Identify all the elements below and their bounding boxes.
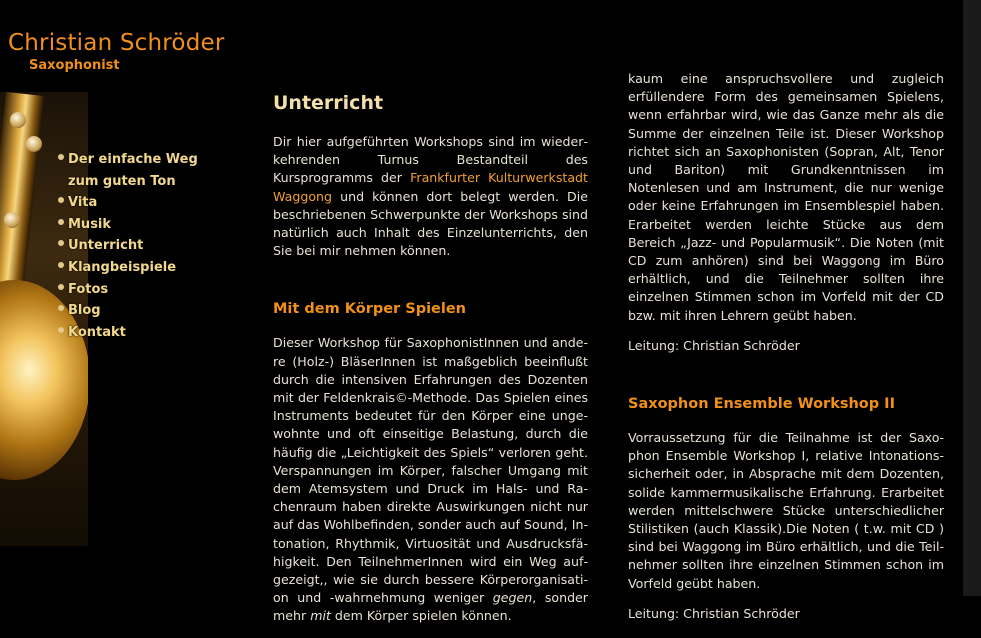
nav-item-unterricht: Unterricht: [57, 234, 228, 256]
emphasis-gegen: gegen: [492, 590, 533, 606]
intro-paragraph: Dir hier aufgeführten Workshops sind im …: [273, 133, 588, 260]
nav-item-blog: Blog: [57, 299, 228, 321]
section-text-part-a: Dieser Workshop für SaxophonistInnen und…: [273, 335, 588, 606]
saxophone-key-3: [4, 212, 20, 228]
section-spacer-2: [628, 367, 944, 394]
main-navigation: Der einfache Weg zum guten Ton Vita Musi…: [57, 148, 228, 342]
site-header: Christian Schröder Saxophonist: [8, 28, 225, 74]
nav-link-der-einfache-weg[interactable]: Der einfache Weg zum guten Ton: [68, 152, 198, 189]
site-title[interactable]: Christian Schröder: [8, 28, 225, 58]
content-column-left: Unterricht Dir hier aufgeführten Worksho…: [273, 90, 588, 638]
ensemble-workshop-2-text: Vorraussetzung für die Teilnahme ist der…: [628, 430, 944, 591]
nav-item-klangbeispiele: Klangbeispiele: [57, 256, 228, 278]
nav-link-klangbeispiele[interactable]: Klangbeispiele: [68, 260, 176, 275]
leitung-2: Leitung: Christian Schröder: [628, 605, 800, 621]
nav-link-fotos[interactable]: Fotos: [68, 282, 108, 297]
content-column-right: kaum eine anspruchsvollere und zugleich …: [628, 70, 944, 635]
emphasis-mit: mit: [310, 608, 331, 624]
nav-item-der-einfache-weg: Der einfache Weg zum guten Ton: [57, 148, 228, 191]
section-title-ensemble-2: Saxophon Ensemble Workshop II: [628, 396, 895, 413]
section-text-koerper: Dieser Workshop für SaxophonistInnen und…: [273, 334, 588, 625]
nav-item-vita: Vita: [57, 191, 228, 213]
site-subtitle: Saxophonist: [29, 58, 120, 73]
nav-link-unterricht[interactable]: Unterricht: [68, 238, 143, 253]
ensemble-workshop-1-text: kaum eine anspruchsvollere und zugleich …: [628, 71, 944, 323]
nav-link-vita[interactable]: Vita: [68, 195, 97, 210]
nav-item-fotos: Fotos: [57, 278, 228, 300]
nav-item-kontakt: Kontakt: [57, 321, 228, 343]
saxophone-key-1: [10, 112, 26, 128]
page-title: Unterricht: [273, 92, 384, 114]
saxophone-key-2: [26, 136, 42, 152]
nav-item-musik: Musik: [57, 213, 228, 235]
leitung-1: Leitung: Christian Schröder: [628, 337, 800, 353]
nav-link-kontakt[interactable]: Kontakt: [68, 325, 126, 340]
section-title-koerper: Mit dem Körper Spielen: [273, 301, 467, 318]
section-text-part-c: dem Körper spielen können.: [330, 608, 512, 624]
vertical-scrollbar[interactable]: [963, 0, 981, 596]
nav-link-blog[interactable]: Blog: [68, 303, 101, 318]
nav-link-musik[interactable]: Musik: [68, 217, 111, 232]
